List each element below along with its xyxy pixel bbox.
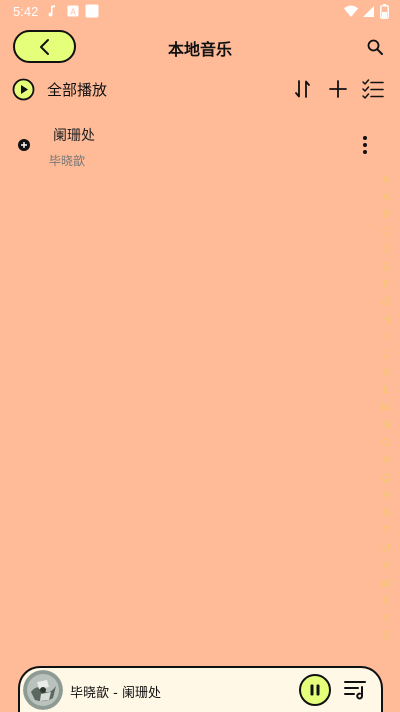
search-icon[interactable] [364, 36, 386, 58]
alphabet-index-letter[interactable]: R [382, 488, 390, 506]
play-all-label: 全部播放 [47, 80, 108, 99]
playlist-queue-icon[interactable] [343, 677, 369, 701]
alphabet-index-letter[interactable]: P [382, 453, 389, 471]
song-artist: 毕晓歆 [49, 154, 86, 168]
alphabet-index[interactable]: # A B C D E F G H I J K L M N O P Q R S T U V W X Y Z [378, 171, 394, 646]
battery-icon [380, 4, 389, 19]
pause-icon [310, 684, 320, 696]
alphabet-index-letter[interactable]: I [384, 329, 387, 347]
alphabet-index-letter[interactable]: X [382, 593, 389, 611]
svg-text:A: A [70, 8, 76, 17]
alphabet-index-letter[interactable]: N [382, 417, 390, 435]
alphabet-index-letter[interactable]: G [382, 294, 391, 312]
alphabet-index-letter[interactable]: A [382, 189, 389, 207]
alphabet-index-letter[interactable]: H [382, 312, 390, 330]
alphabet-index-letter[interactable]: B [382, 206, 389, 224]
alphabet-index-letter[interactable]: Z [383, 628, 390, 646]
multi-select-icon[interactable] [361, 77, 385, 101]
pause-button[interactable] [299, 674, 331, 706]
alphabet-index-letter[interactable]: # [383, 171, 389, 189]
alphabet-index-letter[interactable]: D [382, 241, 390, 259]
alphabet-index-letter[interactable]: E [382, 259, 389, 277]
alphabet-index-letter[interactable]: J [383, 347, 389, 365]
song-list-item[interactable]: 阑珊处 毕晓歆 [0, 118, 400, 174]
alphabet-index-letter[interactable]: Y [382, 611, 389, 629]
play-all-button[interactable]: 全部播放 [12, 77, 107, 101]
alphabet-index-letter[interactable]: S [382, 505, 389, 523]
alphabet-index-letter[interactable]: T [383, 523, 390, 541]
alphabet-index-letter[interactable]: U [382, 540, 390, 558]
signal-icon [363, 6, 374, 17]
sort-icon[interactable] [291, 77, 315, 101]
status-bar: 5:42 A [0, 0, 400, 24]
alphabet-index-letter[interactable]: W [381, 576, 391, 594]
music-note-icon [48, 5, 55, 17]
play-circle-icon [12, 78, 35, 100]
mini-player[interactable]: 毕晓歆 - 阑珊处 [18, 666, 383, 712]
add-to-playlist-icon[interactable] [17, 138, 31, 152]
more-vertical-icon[interactable] [355, 134, 375, 156]
now-playing-text: 毕晓歆 - 阑珊处 [70, 686, 161, 701]
wifi-icon [344, 5, 358, 18]
add-icon[interactable] [326, 77, 350, 101]
alphabet-index-letter[interactable]: O [382, 435, 391, 453]
status-time: 5:42 [13, 4, 39, 19]
album-art[interactable] [23, 670, 63, 710]
alphabet-index-letter[interactable]: K [382, 365, 389, 383]
alphabet-index-letter[interactable]: L [383, 382, 389, 400]
alphabet-index-letter[interactable]: M [381, 400, 390, 418]
app-square-icon [85, 4, 99, 18]
page-title: 本地音乐 [167, 40, 232, 59]
song-title: 阑珊处 [53, 128, 95, 144]
translate-icon: A [67, 5, 79, 17]
alphabet-index-letter[interactable]: C [382, 224, 390, 242]
album-art-image [23, 670, 63, 710]
alphabet-index-letter[interactable]: V [382, 558, 389, 576]
alphabet-index-letter[interactable]: Q [382, 470, 391, 488]
alphabet-index-letter[interactable]: F [383, 277, 390, 295]
